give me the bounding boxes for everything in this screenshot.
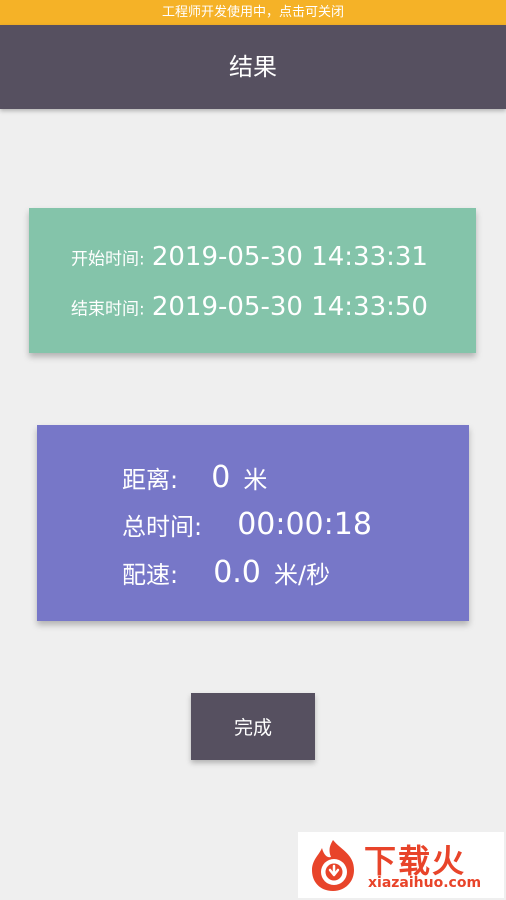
pace-unit: 米/秒 <box>274 561 331 589</box>
pace-label: 配速: <box>122 561 179 589</box>
watermark-domain: xiazaihuo.com <box>368 875 482 891</box>
pace-row: 配速: 0.0 米/秒 <box>122 555 330 590</box>
developer-mode-banner[interactable]: 工程师开发使用中，点击可关闭 <box>0 0 506 25</box>
start-time-value: 2019-05-30 14:33:31 <box>151 242 428 272</box>
start-time-label: 开始时间: <box>71 249 145 270</box>
pace-value: 0.0 <box>213 555 261 590</box>
app-bar: 结果 <box>0 25 506 109</box>
distance-row: 距离: 0 米 <box>122 460 267 495</box>
total-time-row: 总时间: 00:00:18 <box>122 507 372 542</box>
distance-unit: 米 <box>243 466 268 494</box>
distance-value: 0 <box>211 460 231 495</box>
total-time-label: 总时间: <box>122 513 203 541</box>
total-time-value: 00:00:18 <box>237 507 372 542</box>
start-time-row: 开始时间: 2019-05-30 14:33:31 <box>71 242 428 272</box>
stats-card: 距离: 0 米 总时间: 00:00:18 配速: 0.0 米/秒 <box>37 425 469 621</box>
page-title: 结果 <box>229 53 277 81</box>
distance-label: 距离: <box>122 466 179 494</box>
flame-logo-icon <box>312 840 354 891</box>
end-time-row: 结束时间: 2019-05-30 14:33:50 <box>71 292 428 322</box>
end-time-value: 2019-05-30 14:33:50 <box>151 292 428 322</box>
time-card: 开始时间: 2019-05-30 14:33:31 结束时间: 2019-05-… <box>29 208 476 353</box>
done-button[interactable]: 完成 <box>191 693 315 760</box>
end-time-label: 结束时间: <box>71 299 145 320</box>
watermark: 下载火 xiazaihuo.com <box>298 832 504 898</box>
